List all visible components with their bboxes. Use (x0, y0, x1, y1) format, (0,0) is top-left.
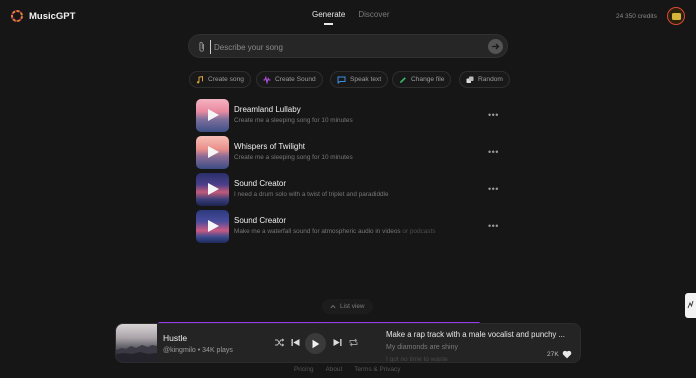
like-count[interactable]: 27K (547, 350, 572, 359)
chip-label: Change file (411, 76, 445, 83)
song-description: Create me a sleeping song for 10 minutes (234, 117, 353, 124)
more-options-icon[interactable]: ••• (488, 184, 499, 194)
mode-chips: Create song Create Sound Speak text Chan… (189, 71, 510, 88)
song-description: I need a drum solo with a twist of tripl… (234, 191, 389, 198)
artist-handle[interactable]: @kingmilo (163, 347, 196, 354)
play-icon (208, 109, 219, 121)
logo-icon (11, 10, 23, 22)
footer-link-terms[interactable]: Terms & Privacy (354, 366, 400, 373)
song-description: Create me a sleeping song for 10 minutes (234, 154, 353, 161)
song-title: Sound Creator (234, 179, 287, 188)
paperclip-icon[interactable] (197, 41, 207, 53)
create-song-chip[interactable]: Create song (189, 71, 251, 88)
avatar[interactable] (667, 7, 685, 25)
song-row[interactable]: Sound Creator Make me a waterfall sound … (196, 210, 502, 243)
song-title: Whispers of Twilight (234, 142, 305, 151)
song-thumbnail[interactable] (196, 99, 229, 132)
main-tabs: Generate Discover (312, 10, 389, 25)
likes-label: 27K (547, 351, 559, 358)
play-icon (208, 146, 219, 158)
song-thumbnail[interactable] (196, 210, 229, 243)
repeat-icon[interactable] (348, 337, 359, 348)
now-playing-artwork[interactable] (116, 324, 157, 362)
now-playing-prompt: Make a rap track with a male vocalist an… (386, 330, 565, 339)
song-row[interactable]: Dreamland Lullaby Create me a sleeping s… (196, 99, 502, 132)
random-chip[interactable]: Random (459, 71, 510, 88)
song-row[interactable]: Sound Creator I need a drum solo with a … (196, 173, 502, 206)
chip-label: Create song (208, 76, 244, 83)
lyric-next-line: I got no time to waste (386, 356, 448, 363)
footer-link-about[interactable]: About (326, 366, 343, 373)
song-thumbnail[interactable] (196, 136, 229, 169)
change-file-chip[interactable]: Change file (392, 71, 452, 88)
pencil-icon (400, 76, 406, 83)
prompt-bar (188, 34, 508, 58)
play-icon (208, 220, 219, 232)
top-bar: MusicGPT Generate Discover 24 350 credit… (0, 0, 696, 34)
footer-links: Pricing About Terms & Privacy (294, 366, 400, 373)
music-note-icon (196, 75, 203, 83)
play-pause-button[interactable] (305, 333, 326, 354)
play-icon (208, 183, 219, 195)
app-name: MusicGPT (29, 10, 76, 22)
chip-label: Random (478, 76, 503, 83)
list-view-button[interactable]: List view (322, 299, 373, 314)
avatar-image (671, 12, 681, 20)
chevron-up-icon (330, 304, 336, 309)
heart-icon[interactable] (562, 350, 572, 359)
app-logo[interactable]: MusicGPT (10, 9, 75, 23)
footer-link-pricing[interactable]: Pricing (294, 366, 314, 373)
now-playing-meta: @kingmilo • 34K plays (163, 347, 233, 354)
song-title: Dreamland Lullaby (234, 105, 301, 114)
side-feedback-tab[interactable] (685, 293, 696, 318)
song-row[interactable]: Whispers of Twilight Create me a sleepin… (196, 136, 502, 169)
speak-text-chip[interactable]: Speak text (330, 71, 389, 88)
next-track-icon[interactable] (332, 337, 343, 348)
tab-generate[interactable]: Generate (312, 10, 345, 25)
create-sound-chip[interactable]: Create Sound (256, 71, 323, 88)
now-playing-title[interactable]: Hustle (163, 333, 187, 343)
chip-label: Create Sound (275, 76, 316, 83)
list-view-label: List view (340, 303, 365, 310)
song-thumbnail[interactable] (196, 173, 229, 206)
now-playing-bar: Hustle @kingmilo • 34K plays Make a rap … (115, 323, 581, 363)
tab-discover[interactable]: Discover (358, 10, 389, 19)
speech-bubble-icon (337, 76, 346, 84)
lyric-current-line: My diamonds are shiny (386, 344, 458, 351)
credits-count[interactable]: 24 350 credits (616, 13, 657, 20)
previous-track-icon[interactable] (290, 337, 301, 348)
song-title: Sound Creator (234, 216, 287, 225)
send-button[interactable] (488, 39, 503, 54)
dice-icon (466, 76, 474, 83)
song-description: Make me a waterfall sound for atmospheri… (234, 228, 436, 235)
more-options-icon[interactable]: ••• (488, 221, 499, 231)
shuffle-icon[interactable] (274, 337, 285, 348)
more-options-icon[interactable]: ••• (488, 147, 499, 157)
cityscape-image (116, 345, 157, 362)
arrow-right-icon (492, 43, 500, 50)
prompt-input[interactable] (210, 40, 470, 54)
wave-line-icon (687, 300, 694, 309)
chip-label: Speak text (350, 76, 382, 83)
more-options-icon[interactable]: ••• (488, 110, 499, 120)
sound-wave-icon (263, 75, 271, 84)
play-icon (312, 339, 320, 348)
